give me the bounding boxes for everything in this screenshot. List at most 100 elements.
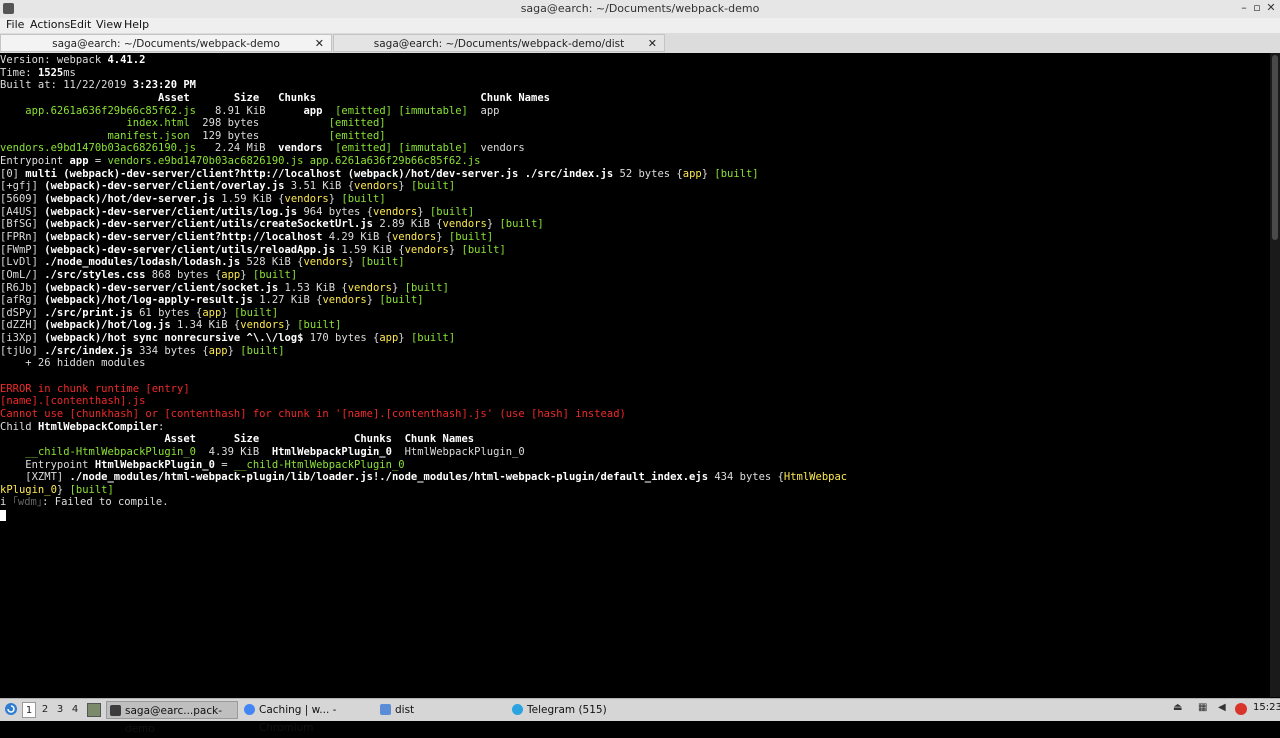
terminal-text: [tjUo] <box>0 344 45 357</box>
terminal-line: [OmL/] ./src/styles.css 868 bytes {app} … <box>0 269 1270 282</box>
terminal-text: ./node_modules/html-webpack-plugin/lib/l… <box>69 471 709 484</box>
terminal-text: + 26 hidden modules <box>0 357 146 370</box>
menu-file[interactable]: File <box>6 18 24 31</box>
terminal-text: } <box>347 256 361 269</box>
task-dist[interactable]: dist <box>377 701 509 719</box>
terminal-text: [built] <box>714 167 759 180</box>
workspace-3[interactable]: 3 <box>53 702 67 718</box>
terminal-text: [built] <box>379 294 424 307</box>
terminal-text: 3.51 KiB { <box>284 180 355 193</box>
terminal-line: Cannot use [chunkhash] or [contenthash] … <box>0 408 1270 421</box>
terminal-text: [built] <box>297 319 342 332</box>
task-terminal[interactable]: saga@earc...pack-demo <box>106 701 238 735</box>
terminal-text: [afRg] <box>0 294 45 307</box>
menu-help[interactable]: Help <box>124 18 149 31</box>
menu-view[interactable]: View <box>96 18 122 31</box>
chromium-icon <box>244 704 255 715</box>
terminal-text: vendors <box>240 319 285 332</box>
terminal-line: Asset Size Chunks Chunk Names <box>0 92 1270 105</box>
terminal-text: Cannot use [chunkhash] or [contenthash] … <box>0 407 626 420</box>
terminal-line: Time: 1525ms <box>0 67 1270 80</box>
terminal-text: 1.59 KiB { <box>335 243 405 256</box>
show-desktop-icon[interactable] <box>87 703 101 717</box>
terminal-text: vendors <box>284 193 329 206</box>
terminal-text: Asset Size Chunks Chunk Names <box>0 91 550 104</box>
terminal-line: [R6Jb] (webpack)-dev-server/client/socke… <box>0 282 1270 295</box>
terminal-text: vendors <box>404 243 449 256</box>
terminal-text: multi (webpack)-dev-server/client?http:/… <box>25 167 614 180</box>
tab-label: saga@earch: ~/Documents/webpack-demo/dis… <box>373 38 625 50</box>
terminal-text: ERROR in chunk runtime [entry] <box>0 382 190 395</box>
terminal-line: Built at: 11/22/2019 3:23:20 PM <box>0 79 1270 92</box>
folder-icon <box>380 704 391 715</box>
terminal-text: [name].[contenthash].js <box>0 395 146 408</box>
terminal-text: vendors <box>373 205 418 218</box>
close-icon[interactable]: ✕ <box>648 37 657 50</box>
task-label: dist <box>395 704 415 716</box>
telegram-icon <box>512 704 523 715</box>
menu-actions[interactable]: Actions <box>30 18 70 31</box>
terminal-line: + 26 hidden modules <box>0 357 1270 370</box>
maximize-button[interactable]: ▫ <box>1250 1 1264 14</box>
terminal-line: [FWmP] (webpack)-dev-server/client/utils… <box>0 244 1270 257</box>
terminal-text: [built] <box>341 193 386 206</box>
terminal-text: app.6261a636f29b66c85f62.js <box>25 104 196 117</box>
terminal-line: [LvDl] ./node_modules/lodash/lodash.js 5… <box>0 256 1270 269</box>
terminal-line: [0] multi (webpack)-dev-server/client?ht… <box>0 168 1270 181</box>
close-window-button[interactable]: ✕ <box>1264 1 1278 14</box>
terminal-text: app <box>208 344 228 357</box>
terminal-text: app <box>467 104 500 117</box>
terminal-output[interactable]: Version: webpack 4.41.2 Time: 1525ms Built… <box>0 53 1270 698</box>
tab-webpack-demo-dist[interactable]: saga@earch: ~/Documents/webpack-demo/dis… <box>333 34 665 52</box>
terminal-text: [built] <box>448 230 494 243</box>
terminal-text: } <box>284 319 298 332</box>
close-icon[interactable]: ✕ <box>315 37 324 50</box>
clock[interactable]: 15:23 <box>1253 702 1280 713</box>
terminal-text: Entrypoint <box>0 458 95 471</box>
task-telegram[interactable]: Telegram (515) <box>509 701 641 719</box>
terminal-text: app <box>69 155 89 168</box>
terminal-line: app.6261a636f29b66c85f62.js 8.91 KiB app… <box>0 105 1270 118</box>
window-titlebar: saga@earch: ~/Documents/webpack-demo – ▫… <box>0 0 1280 19</box>
menubar: File Actions Edit View Help <box>0 18 1280 33</box>
terminal-text: Asset Size Chunks Chunk Names <box>0 433 475 446</box>
terminal-text: [built] <box>404 281 449 294</box>
terminal-text: 129 bytes <box>189 129 329 142</box>
task-chromium[interactable]: Caching | w... - Chromium <box>241 701 375 734</box>
terminal-text: [emitted] <box>335 104 392 117</box>
terminal-line: [afRg] (webpack)/hot/log-apply-result.js… <box>0 294 1270 307</box>
terminal-text: [0] <box>0 167 26 180</box>
terminal-text: } <box>701 167 715 180</box>
network-icon[interactable]: ▦ <box>1198 702 1207 713</box>
terminal-line: [tjUo] ./src/index.js 334 bytes {app} [b… <box>0 345 1270 358</box>
terminal-line: Child HtmlWebpackCompiler: <box>0 421 1270 434</box>
terminal-text: [emitted] <box>328 129 386 142</box>
terminal-text: [built] <box>429 205 475 218</box>
terminal-text: 1.53 KiB { <box>278 281 348 294</box>
notification-icon[interactable] <box>1235 703 1247 715</box>
volume-icon[interactable]: ◀ <box>1218 702 1226 713</box>
minimize-button[interactable]: – <box>1237 1 1251 14</box>
tab-webpack-demo[interactable]: saga@earch: ~/Documents/webpack-demo ✕ <box>0 34 332 52</box>
terminal-text: app <box>202 306 222 319</box>
terminal-text: (webpack)-dev-server/client/utils/create… <box>44 218 373 231</box>
terminal-text: [immutable] <box>398 142 468 155</box>
workspace-2[interactable]: 2 <box>38 702 52 718</box>
terminal-scrollbar[interactable] <box>1270 53 1280 697</box>
scrollbar-thumb[interactable] <box>1272 55 1278 240</box>
usb-icon[interactable]: ⏏ <box>1173 702 1182 713</box>
terminal-text: i <box>0 496 13 509</box>
terminal-text: } <box>448 243 462 256</box>
start-menu-icon[interactable] <box>4 702 18 716</box>
terminal-text: vendors <box>347 281 392 294</box>
terminal-text: } <box>486 218 500 231</box>
workspace-1[interactable]: 1 <box>22 702 36 718</box>
menu-edit[interactable]: Edit <box>70 18 91 31</box>
terminal-text: } <box>417 205 430 218</box>
terminal-text: app <box>379 332 399 345</box>
terminal-text: (webpack)-dev-server/client/utils/log.js <box>44 205 298 218</box>
workspace-4[interactable]: 4 <box>68 702 82 718</box>
terminal-line: [5609] (webpack)/hot/dev-server.js 1.59 … <box>0 193 1270 206</box>
terminal-text: } <box>240 268 253 281</box>
